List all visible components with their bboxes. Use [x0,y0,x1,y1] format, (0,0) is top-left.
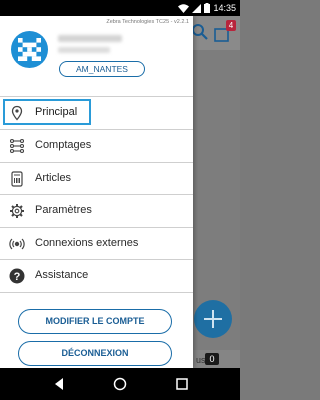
add-fab-button[interactable] [194,300,232,338]
android-nav-bar [0,368,240,400]
drawer-menu: Principal Comptages Articles Paramètres … [0,97,193,293]
signal-icon [192,3,202,13]
menu-item-label: Principal [35,106,78,118]
menu-item-connexions-externes[interactable]: Connexions externes [0,228,193,260]
search-icon[interactable] [191,23,209,41]
gear-icon [10,204,24,218]
modify-account-button[interactable]: MODIFIER LE COMPTE [18,309,172,334]
location-pin-icon [11,105,23,121]
menu-item-label: Articles [35,171,72,184]
navigation-drawer: Zebra Technologies TC25 - v2.2.1 AM_NANT… [0,16,193,368]
menu-item-articles[interactable]: Articles [0,163,193,195]
menu-item-label: Assistance [35,269,89,281]
battery-icon [204,3,211,13]
menu-item-comptages[interactable]: Comptages [0,130,193,163]
status-icons: 14:35 [178,2,236,14]
user-name-redacted [58,35,122,42]
menu-item-label: Comptages [35,139,92,151]
user-id-redacted [58,47,110,53]
counts-icon [9,138,25,154]
menu-item-label: Paramètres [35,204,92,216]
broadcast-icon [9,238,25,249]
footer-count: 0 [205,353,219,365]
menu-item-parametres[interactable]: Paramètres [0,195,193,228]
cart-badge: 4 [226,20,236,31]
help-icon: ? [9,268,25,284]
home-icon[interactable] [113,377,127,391]
menu-item-principal[interactable]: Principal [0,97,193,130]
svg-text:?: ? [14,271,21,283]
identicon-icon [18,38,41,61]
status-bar: 14:35 [0,0,240,16]
recents-icon[interactable] [175,377,189,391]
device-version: Zebra Technologies TC25 - v2.2.1 [106,19,189,25]
barcode-label-icon [11,170,23,187]
logout-button[interactable]: DÉCONNEXION [18,341,172,366]
site-chip[interactable]: AM_NANTES [59,61,145,77]
clock: 14:35 [213,3,236,13]
background-footer: us 0 [193,350,240,368]
menu-item-assistance[interactable]: ? Assistance [0,260,193,293]
avatar [11,31,48,68]
wifi-icon [178,3,190,13]
menu-item-label: Connexions externes [35,236,139,249]
back-icon[interactable] [52,377,66,391]
